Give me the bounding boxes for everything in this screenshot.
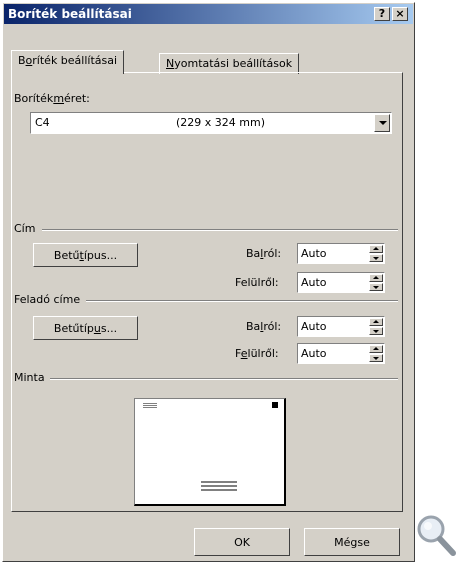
spin-down-button[interactable] — [369, 354, 383, 362]
envelope-size-value: C4 — [35, 116, 50, 129]
arrow-down-icon — [373, 357, 379, 360]
address-top-input[interactable]: Auto — [297, 272, 385, 293]
return-address-left-label: Balról: — [246, 320, 282, 333]
close-button[interactable]: × — [392, 7, 408, 21]
envelope-size-select[interactable]: C4 (229 x 324 mm) — [30, 112, 392, 134]
spin-up-button[interactable] — [369, 345, 383, 353]
address-mark — [201, 481, 237, 483]
return-address-left-input[interactable]: Auto — [297, 316, 385, 337]
address-font-button[interactable]: Betűtípus... — [33, 243, 138, 267]
envelope-preview — [134, 398, 286, 506]
tab-label-accel: N — [166, 57, 175, 70]
arrow-down-icon — [373, 330, 379, 333]
envelope-size-dims: (229 x 324 mm) — [176, 116, 266, 129]
tab-printing-options[interactable]: Nyomtatási beállítások — [159, 53, 300, 74]
arrow-up-icon — [373, 276, 379, 279]
arrow-up-icon — [373, 347, 379, 350]
cancel-button[interactable]: Mégse — [304, 528, 400, 556]
tab-label: ríték beállításai — [32, 54, 118, 67]
spin-down-button[interactable] — [369, 327, 383, 335]
arrow-down-icon — [373, 286, 379, 289]
stamp-mark — [272, 402, 278, 408]
spin-buttons — [369, 318, 383, 335]
ok-button[interactable]: OK — [194, 528, 290, 556]
address-group-label: Cím — [14, 222, 36, 235]
return-address-top-label: Felülről: — [235, 347, 279, 360]
address-mark — [201, 489, 237, 491]
window-title: Boríték beállításai — [8, 7, 132, 21]
arrow-down-icon — [373, 257, 379, 260]
address-left-input[interactable]: Auto — [297, 243, 385, 264]
tab-label: B — [18, 54, 26, 67]
spin-down-button[interactable] — [369, 283, 383, 291]
dropdown-button[interactable] — [374, 114, 390, 132]
address-mark — [201, 485, 237, 487]
return-address-mark — [143, 407, 157, 408]
spin-buttons — [369, 274, 383, 291]
arrow-up-icon — [373, 247, 379, 250]
return-address-font-button[interactable]: Betűtípus... — [33, 316, 138, 340]
spin-buttons — [369, 345, 383, 362]
spin-up-button[interactable] — [369, 245, 383, 253]
help-button[interactable]: ? — [374, 7, 390, 21]
envelope-size-label: Borítékméret: — [14, 92, 90, 105]
title-bar: Boríték beállításai ? × — [4, 4, 413, 24]
return-address-mark — [143, 403, 157, 404]
spin-down-button[interactable] — [369, 254, 383, 262]
spin-up-button[interactable] — [369, 318, 383, 326]
return-address-top-input[interactable]: Auto — [297, 343, 385, 364]
return-address-mark — [143, 405, 157, 406]
tab-label: yomtatási beállítások — [174, 57, 293, 70]
magnifier-icon[interactable] — [414, 512, 458, 558]
tab-envelope-options[interactable]: Boríték beállításai — [11, 50, 125, 74]
spin-buttons — [369, 245, 383, 262]
arrow-up-icon — [373, 320, 379, 323]
chevron-down-icon — [379, 121, 387, 125]
return-address-group-label: Feladó címe — [14, 293, 81, 306]
preview-group-label: Minta — [14, 371, 45, 384]
address-top-label: Felülről: — [235, 276, 279, 289]
spin-up-button[interactable] — [369, 274, 383, 282]
divider — [86, 300, 398, 302]
divider — [42, 229, 398, 231]
address-left-label: Balról: — [246, 247, 282, 260]
divider — [50, 378, 398, 380]
